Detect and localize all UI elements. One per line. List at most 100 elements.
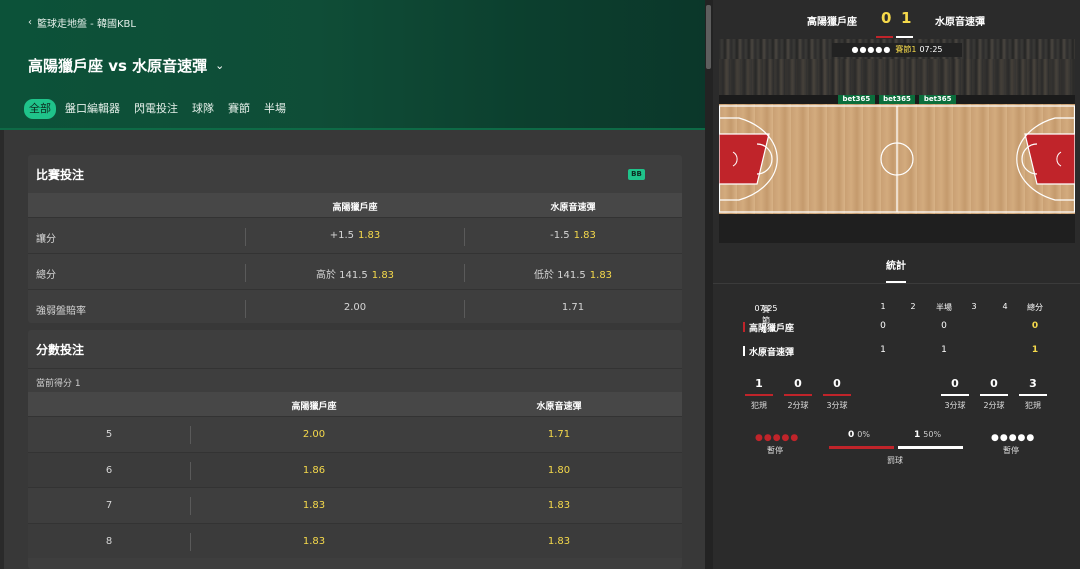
stat-value: 0: [794, 377, 802, 390]
stat-value: 0: [990, 377, 998, 390]
odds-value: 1.83: [573, 230, 596, 241]
match-bets-header[interactable]: 比賽投注 BB: [28, 155, 682, 193]
odds-button[interactable]: +1.5 1.83: [330, 230, 381, 241]
column-q1: 1: [880, 302, 886, 311]
odds-button[interactable]: 1.83: [303, 500, 325, 511]
divider: [190, 461, 191, 480]
tab-team[interactable]: 球隊: [187, 99, 219, 119]
divider: [464, 228, 465, 246]
sponsor-banners: bet365 bet365 bet365: [838, 95, 957, 104]
total-score: 0: [1031, 321, 1039, 331]
column-q3: 3: [971, 302, 977, 311]
odds-button[interactable]: 1.71: [548, 429, 570, 440]
home-timeouts: ●●●●● 暫停: [755, 434, 798, 456]
table-row: 讓分 +1.5 1.83 -1.5 1.83: [28, 217, 682, 253]
home-fouls: 1 犯規: [744, 377, 774, 411]
home-color-indicator: [876, 36, 893, 38]
live-match-panel: 高陽獵戶座 0 1 水原音速彈 ●●●●● 賽節1 07:25 bet365 bet…: [713, 0, 1080, 569]
tab-quick-bet[interactable]: 閃電投注: [129, 99, 183, 119]
home-score: 0: [881, 9, 892, 27]
active-tab-indicator: [886, 281, 906, 283]
scoreboard: 高陽獵戶座 0 1 水原音速彈: [713, 0, 1080, 38]
total-score: 1: [1031, 345, 1039, 355]
odds-button[interactable]: 1.83: [548, 536, 570, 547]
odds-value: 1.83: [589, 270, 613, 281]
odds-button[interactable]: 1.86: [303, 465, 325, 476]
odds-value: 1.83: [358, 230, 381, 241]
half-score: 1: [941, 345, 947, 355]
away-fouls: 3 犯規: [1018, 377, 1048, 411]
score-bets-header[interactable]: 分數投注: [28, 330, 682, 368]
odds-button[interactable]: 1.71: [562, 302, 584, 313]
divider: [464, 300, 465, 318]
row-label: 強弱盤賠率: [36, 306, 86, 317]
tab-all[interactable]: 全部: [24, 99, 56, 119]
breadcrumb[interactable]: ‹ 籃球走地盤 - 韓國KBL: [28, 15, 136, 30]
tab-quarter[interactable]: 賽節: [223, 99, 255, 119]
column-half: 半場: [936, 303, 952, 312]
bet-builder-badge: BB: [628, 169, 645, 180]
score-number: 5: [105, 429, 113, 440]
stat-label: 犯規: [1025, 401, 1041, 410]
line-value: 低於 141.5: [533, 270, 586, 281]
chevron-left-icon[interactable]: ‹: [28, 17, 32, 28]
tab-stats[interactable]: 統計: [713, 250, 1080, 284]
team-name: 高陽獵戶座: [749, 324, 795, 334]
breadcrumb-text[interactable]: 籃球走地盤 - 韓國KBL: [37, 15, 136, 30]
timeout-label: 暫停: [767, 446, 783, 455]
sponsor-banner: bet365: [878, 95, 916, 104]
q1-score: 0: [880, 321, 886, 331]
left-scrollbar[interactable]: [0, 130, 4, 569]
away-color-indicator: [896, 36, 913, 38]
match-bets-column-header: 高陽獵戶座 水原音速彈: [28, 193, 682, 217]
timeout-label: 暫停: [1003, 446, 1019, 455]
odds-button[interactable]: 高於 141.5 1.83: [316, 266, 394, 281]
stat-value: 1: [755, 377, 763, 390]
home-ft-bar: [829, 446, 894, 449]
main-scrollbar-track[interactable]: [705, 0, 713, 569]
period-time: 07:25: [754, 304, 778, 313]
stat-label: 3分球: [826, 401, 848, 410]
stat-value: 0: [951, 377, 959, 390]
sponsor-banner: bet365: [838, 95, 875, 104]
score-number: 8: [105, 535, 113, 547]
odds-button[interactable]: 1.80: [548, 465, 570, 476]
home-two-pointers: 0 2分球: [783, 377, 813, 411]
table-row: 7 1.83 1.83: [28, 487, 682, 523]
current-score-text: 當前得分 1: [36, 379, 81, 389]
match-visualization: ●●●●● 賽節1 07:25 bet365 bet365 bet365: [719, 39, 1075, 243]
away-team-stats-row: 水原音速彈 1 1 1: [713, 344, 1080, 360]
match-title-text: 高陽獵戶座 vs 水原音速彈: [28, 57, 208, 75]
odds-button[interactable]: 1.83: [303, 536, 325, 547]
column-away-team: 水原音速彈: [550, 203, 596, 213]
tab-bet-builder[interactable]: 盤口編輯器: [60, 99, 125, 119]
stat-label: 2分球: [787, 401, 809, 410]
chevron-down-icon[interactable]: ⌄: [215, 59, 224, 72]
odds-button[interactable]: 2.00: [344, 302, 366, 313]
odds-button[interactable]: -1.5 1.83: [550, 230, 596, 241]
home-three-pointers: 0 3分球: [822, 377, 852, 411]
away-timeouts: ●●●●● 暫停: [991, 434, 1034, 456]
stat-value: 3: [1029, 377, 1037, 390]
away-team-name: 水原音速彈: [935, 17, 985, 28]
timeout-dots: ●●●●●: [851, 45, 892, 54]
current-score-note: 當前得分 1: [28, 368, 682, 392]
row-label: 總分: [36, 270, 56, 281]
odds-button[interactable]: 低於 141.5 1.83: [534, 266, 612, 281]
stat-label: 3分球: [944, 401, 966, 410]
tab-half[interactable]: 半場: [259, 99, 291, 119]
odds-button[interactable]: 2.00: [303, 429, 325, 440]
score-number: 7: [105, 500, 113, 511]
divider: [245, 264, 246, 282]
stat-underline: [784, 394, 812, 396]
odds-button[interactable]: 1.83: [548, 500, 570, 511]
column-away-team: 水原音速彈: [536, 402, 582, 412]
column-total: 總分: [1027, 303, 1043, 312]
line-value: +1.5: [329, 230, 355, 241]
divider: [464, 264, 465, 282]
page-title[interactable]: 高陽獵戶座 vs 水原音速彈 ⌄: [28, 55, 224, 76]
home-color-indicator: [743, 322, 745, 332]
line-value: 高於 141.5: [315, 270, 368, 281]
main-scrollbar-thumb[interactable]: [706, 5, 711, 69]
match-bets-title: 比賽投注: [36, 167, 85, 182]
